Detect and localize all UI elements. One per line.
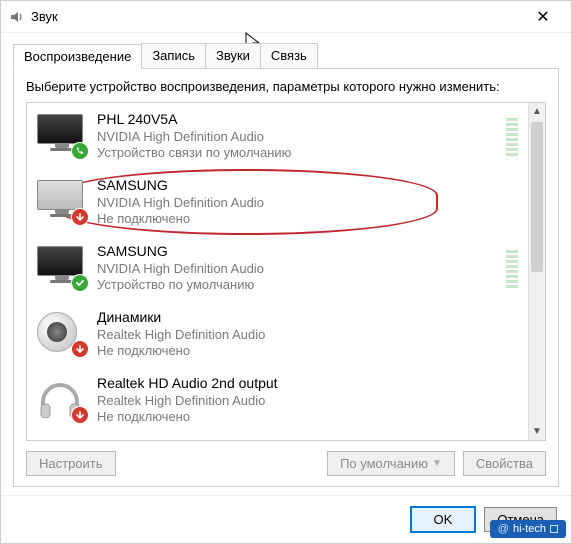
down-arrow-badge-icon bbox=[71, 340, 89, 358]
device-name: Realtek HD Audio 2nd output bbox=[97, 375, 278, 393]
close-button[interactable]: ✕ bbox=[523, 7, 563, 27]
device-status: Не подключено bbox=[97, 409, 278, 425]
device-list[interactable]: PHL 240V5A NVIDIA High Definition Audio … bbox=[26, 102, 546, 441]
device-status: Устройство по умолчанию bbox=[97, 277, 264, 293]
headphones-icon bbox=[37, 378, 87, 422]
instruction-text: Выберите устройство воспроизведения, пар… bbox=[26, 79, 546, 94]
device-status: Устройство связи по умолчанию bbox=[97, 145, 291, 161]
down-arrow-badge-icon bbox=[71, 208, 89, 226]
level-meter-icon bbox=[506, 248, 518, 288]
list-item[interactable]: Realtek HD Audio 2nd output Realtek High… bbox=[27, 367, 528, 433]
sound-dialog: Звук ✕ Воспроизведение Запись Звуки Связ… bbox=[0, 0, 572, 544]
monitor-icon bbox=[37, 180, 87, 224]
device-status: Не подключено bbox=[97, 211, 264, 227]
set-default-label: По умолчанию bbox=[340, 456, 428, 471]
properties-button[interactable]: Свойства bbox=[463, 451, 546, 476]
content-area: Воспроизведение Запись Звуки Связь Выбер… bbox=[1, 33, 571, 495]
ok-button[interactable]: OK bbox=[410, 506, 477, 533]
device-driver: NVIDIA High Definition Audio bbox=[97, 261, 264, 277]
device-driver: NVIDIA High Definition Audio bbox=[97, 129, 291, 145]
set-default-button[interactable]: По умолчанию ▼ bbox=[327, 451, 455, 476]
tab-recording[interactable]: Запись bbox=[141, 43, 206, 68]
monitor-icon bbox=[37, 114, 87, 158]
watermark-text: hi-tech bbox=[513, 523, 546, 535]
scroll-thumb[interactable] bbox=[531, 122, 543, 272]
tab-sounds[interactable]: Звуки bbox=[205, 43, 261, 68]
device-list-items: PHL 240V5A NVIDIA High Definition Audio … bbox=[27, 103, 528, 440]
panel-buttons: Настроить По умолчанию ▼ Свойства bbox=[26, 451, 546, 476]
sound-icon bbox=[9, 9, 25, 25]
scroll-up-button[interactable]: ▲ bbox=[529, 103, 545, 120]
at-icon: @ bbox=[498, 523, 509, 535]
device-name: PHL 240V5A bbox=[97, 111, 291, 129]
device-driver: NVIDIA High Definition Audio bbox=[97, 195, 264, 211]
configure-button[interactable]: Настроить bbox=[26, 451, 116, 476]
tab-communications[interactable]: Связь bbox=[260, 43, 318, 68]
scrollbar[interactable]: ▲ ▼ bbox=[528, 103, 545, 440]
speaker-icon bbox=[37, 312, 87, 356]
square-icon bbox=[550, 525, 558, 533]
check-badge-icon bbox=[71, 274, 89, 292]
level-meter-icon bbox=[506, 116, 518, 156]
list-item[interactable]: SAMSUNG NVIDIA High Definition Audio Не … bbox=[27, 169, 528, 235]
device-text: SAMSUNG NVIDIA High Definition Audio Не … bbox=[97, 177, 264, 227]
down-arrow-badge-icon bbox=[71, 406, 89, 424]
scroll-down-button[interactable]: ▼ bbox=[529, 423, 545, 440]
tab-panel: Выберите устройство воспроизведения, пар… bbox=[13, 68, 559, 487]
device-text: Realtek HD Audio 2nd output Realtek High… bbox=[97, 375, 278, 425]
tab-playback[interactable]: Воспроизведение bbox=[13, 44, 142, 69]
device-text: PHL 240V5A NVIDIA High Definition Audio … bbox=[97, 111, 291, 161]
tab-strip: Воспроизведение Запись Звуки Связь bbox=[13, 43, 559, 68]
watermark-badge: @ hi-tech bbox=[490, 520, 566, 538]
chevron-down-icon: ▼ bbox=[432, 458, 442, 469]
list-item[interactable]: Динамики Realtek High Definition Audio Н… bbox=[27, 301, 528, 367]
window-title: Звук bbox=[31, 9, 523, 24]
device-text: Динамики Realtek High Definition Audio Н… bbox=[97, 309, 265, 359]
list-item[interactable]: PHL 240V5A NVIDIA High Definition Audio … bbox=[27, 103, 528, 169]
device-driver: Realtek High Definition Audio bbox=[97, 393, 278, 409]
titlebar[interactable]: Звук ✕ bbox=[1, 1, 571, 33]
dialog-footer: OK Отмена bbox=[1, 495, 571, 543]
device-name: Динамики bbox=[97, 309, 265, 327]
device-text: SAMSUNG NVIDIA High Definition Audio Уст… bbox=[97, 243, 264, 293]
device-name: SAMSUNG bbox=[97, 243, 264, 261]
phone-badge-icon bbox=[71, 142, 89, 160]
device-name: SAMSUNG bbox=[97, 177, 264, 195]
list-item[interactable]: SAMSUNG NVIDIA High Definition Audio Уст… bbox=[27, 235, 528, 301]
monitor-icon bbox=[37, 246, 87, 290]
device-status: Не подключено bbox=[97, 343, 265, 359]
device-driver: Realtek High Definition Audio bbox=[97, 327, 265, 343]
